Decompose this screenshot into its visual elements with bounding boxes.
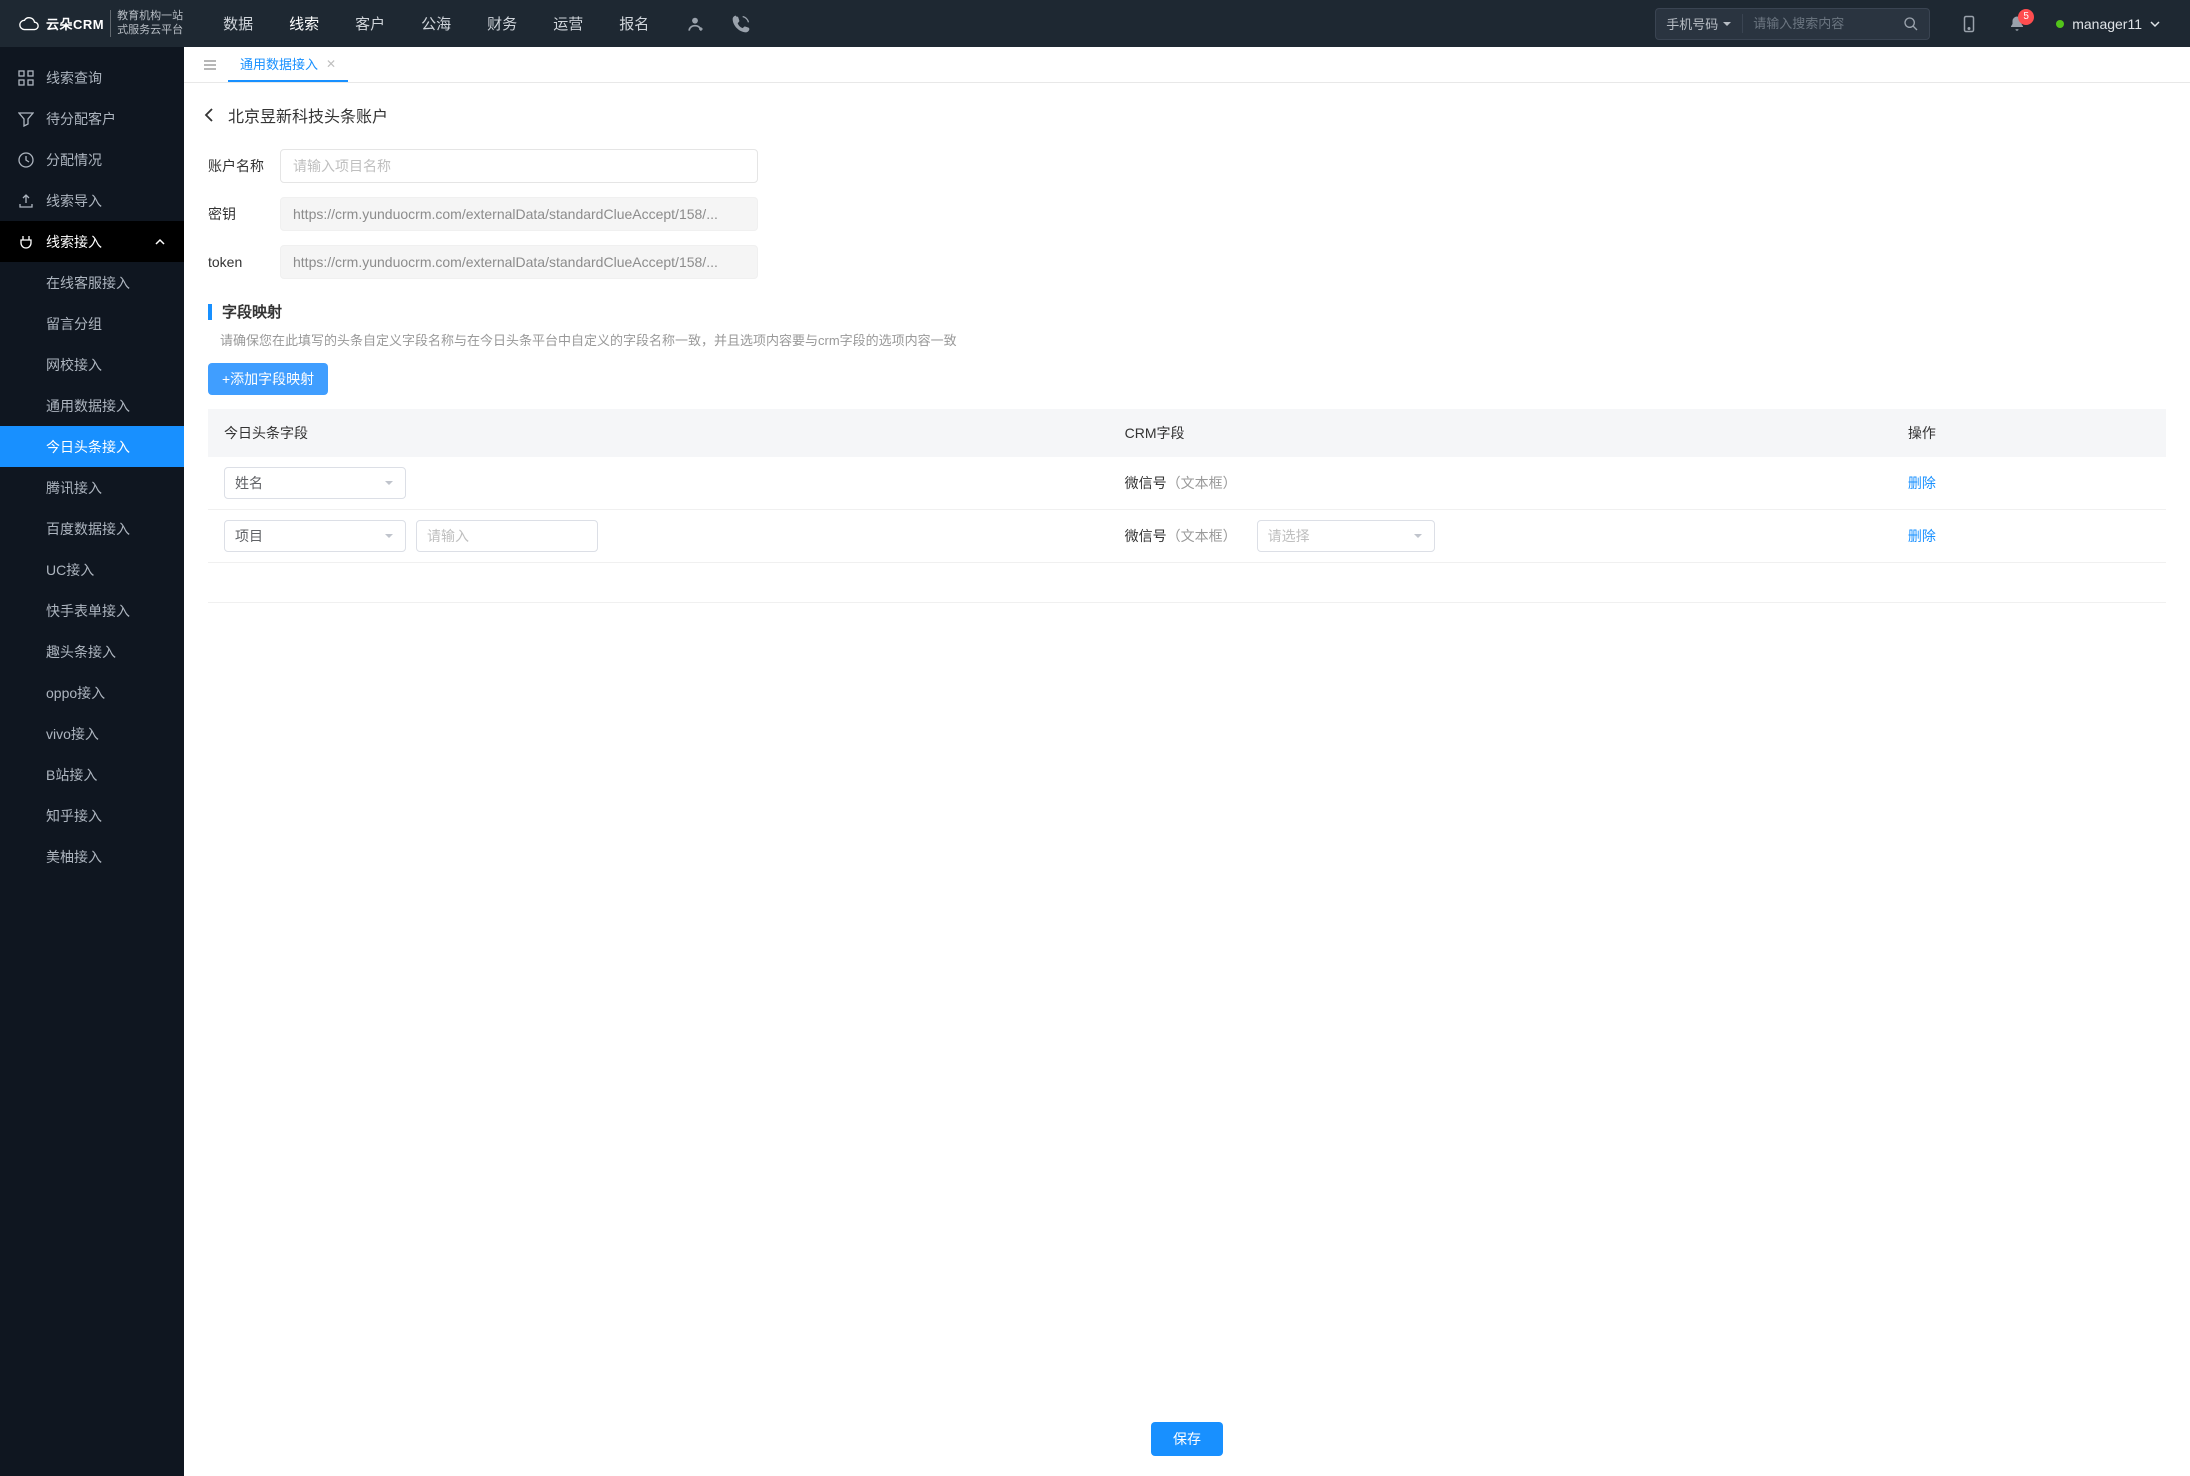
- sidebar-sub-uc[interactable]: UC接入: [0, 549, 184, 590]
- chevron-down-icon: [1412, 530, 1424, 542]
- status-dot-icon: [2056, 20, 2064, 28]
- secret-label: 密钥: [208, 204, 280, 224]
- logo[interactable]: 云朵CRM 教育机构一站 式服务云平台: [10, 10, 183, 36]
- tab-generic-data[interactable]: 通用数据接入 ✕: [228, 47, 348, 82]
- mapping-section-desc: 请确保您在此填写的头条自定义字段名称与在今日头条平台中自定义的字段名称一致，并且…: [208, 330, 2166, 349]
- secret-input[interactable]: [280, 197, 758, 231]
- sidebar-sub-qutoutiao[interactable]: 趣头条接入: [0, 631, 184, 672]
- chevron-left-icon: [202, 107, 218, 123]
- chevron-up-icon: [154, 236, 166, 248]
- tabbar: 通用数据接入 ✕: [184, 47, 2190, 83]
- sidebar-sub-oppo[interactable]: oppo接入: [0, 672, 184, 713]
- page-content: 北京昱新科技头条账户 账户名称 密钥 token 字段映射: [184, 83, 2190, 1408]
- token-input[interactable]: [280, 245, 758, 279]
- top-nav: 云朵CRM 教育机构一站 式服务云平台 数据 线索 客户 公海 财务 运营 报名…: [0, 0, 2190, 47]
- nav-clue[interactable]: 线索: [289, 13, 319, 34]
- logo-cloud-icon: [18, 13, 40, 35]
- main-panel: 通用数据接入 ✕ 北京昱新科技头条账户 账户名称 密钥: [184, 47, 2190, 1476]
- sidebar-sub-generic-data[interactable]: 通用数据接入: [0, 385, 184, 426]
- nav-customer[interactable]: 客户: [355, 13, 385, 34]
- chevron-down-icon: [1722, 19, 1732, 29]
- table-row: 项目 微信号（文本框） 请选择: [208, 510, 2166, 563]
- col-action: 操作: [1892, 409, 2166, 457]
- logo-tagline: 教育机构一站 式服务云平台: [110, 10, 183, 36]
- nav-ops[interactable]: 运营: [553, 13, 583, 34]
- delete-button[interactable]: 删除: [1908, 528, 1936, 544]
- mapping-table: 今日头条字段 CRM字段 操作 姓名: [208, 409, 2166, 603]
- add-mapping-button[interactable]: +添加字段映射: [208, 363, 328, 395]
- account-name-input[interactable]: [280, 149, 758, 183]
- toutiao-field-select[interactable]: 项目: [224, 520, 406, 552]
- sidebar-item-clue-import[interactable]: 线索导入: [0, 180, 184, 221]
- page-title: 北京昱新科技头条账户: [228, 103, 388, 127]
- user-menu[interactable]: manager11: [2056, 16, 2160, 32]
- person-icon[interactable]: [685, 14, 705, 34]
- sidebar-sub-zhihu[interactable]: 知乎接入: [0, 795, 184, 836]
- sidebar-sub-vivo[interactable]: vivo接入: [0, 713, 184, 754]
- sidebar-sub-kuaishou[interactable]: 快手表单接入: [0, 590, 184, 631]
- topnav-right: 5 manager11: [1960, 15, 2170, 33]
- topnav-menu: 数据 线索 客户 公海 财务 运营 报名: [223, 13, 649, 34]
- account-name-label: 账户名称: [208, 156, 280, 176]
- search-input[interactable]: [1743, 16, 1893, 31]
- sidebar: 线索查询 待分配客户 分配情况 线索导入 线索接入 在线客服接入 留言分组 网校…: [0, 47, 184, 1476]
- collapse-sidebar-button[interactable]: [192, 57, 228, 73]
- col-crm-field: CRM字段: [1109, 409, 1892, 457]
- table-row: 姓名 微信号（文本框） 删除: [208, 457, 2166, 510]
- search-type-select[interactable]: 手机号码: [1656, 14, 1743, 33]
- crm-field-hint: （文本框）: [1167, 475, 1237, 491]
- username-label: manager11: [2072, 16, 2142, 32]
- nav-signup[interactable]: 报名: [619, 13, 649, 34]
- save-button[interactable]: 保存: [1151, 1422, 1223, 1456]
- sidebar-sub-baidu[interactable]: 百度数据接入: [0, 508, 184, 549]
- sidebar-item-pending-customer[interactable]: 待分配客户: [0, 98, 184, 139]
- phone-icon[interactable]: [1960, 15, 1978, 33]
- search-icon: [1903, 16, 1919, 32]
- footer: 保存: [184, 1408, 2190, 1476]
- call-icon[interactable]: [731, 14, 751, 34]
- sidebar-sub-meiyou[interactable]: 美柚接入: [0, 836, 184, 877]
- sidebar-sub-toutiao[interactable]: 今日头条接入: [0, 426, 184, 467]
- sidebar-sub-message-group[interactable]: 留言分组: [0, 303, 184, 344]
- chevron-down-icon: [2150, 19, 2160, 29]
- topnav-quick-icons: [685, 14, 751, 34]
- chevron-down-icon: [383, 477, 395, 489]
- sidebar-sub-online-service[interactable]: 在线客服接入: [0, 262, 184, 303]
- filter-icon: [18, 111, 34, 127]
- grid-icon: [18, 70, 34, 86]
- delete-button[interactable]: 删除: [1908, 475, 1936, 491]
- section-bar-icon: [208, 304, 212, 320]
- logo-name-text: 云朵CRM: [46, 14, 104, 33]
- nav-data[interactable]: 数据: [223, 13, 253, 34]
- token-label: token: [208, 254, 280, 270]
- sidebar-item-clue-query[interactable]: 线索查询: [0, 57, 184, 98]
- col-toutiao-field: 今日头条字段: [208, 409, 1109, 457]
- nav-pool[interactable]: 公海: [421, 13, 451, 34]
- notif-badge: 5: [2018, 9, 2034, 25]
- nav-finance[interactable]: 财务: [487, 13, 517, 34]
- sidebar-item-clue-access[interactable]: 线索接入: [0, 221, 184, 262]
- global-search: 手机号码: [1655, 8, 1930, 40]
- crm-field-value: 微信号: [1125, 475, 1167, 491]
- sidebar-sub-bilibili[interactable]: B站接入: [0, 754, 184, 795]
- chevron-down-icon: [383, 530, 395, 542]
- clock-icon: [18, 152, 34, 168]
- sidebar-item-allocation[interactable]: 分配情况: [0, 139, 184, 180]
- back-button[interactable]: [202, 107, 218, 123]
- toutiao-field-select[interactable]: 姓名: [224, 467, 406, 499]
- mapping-section-title: 字段映射: [222, 301, 282, 322]
- search-button[interactable]: [1893, 16, 1929, 32]
- bell-icon[interactable]: 5: [2008, 15, 2026, 33]
- hamburger-icon: [202, 57, 218, 73]
- crm-field-select[interactable]: 请选择: [1257, 520, 1435, 552]
- sidebar-sub-tencent[interactable]: 腾讯接入: [0, 467, 184, 508]
- crm-field-hint: （文本框）: [1167, 528, 1237, 544]
- toutiao-extra-input[interactable]: [416, 520, 598, 552]
- plug-icon: [18, 234, 34, 250]
- sidebar-sub-school[interactable]: 网校接入: [0, 344, 184, 385]
- close-icon[interactable]: ✕: [326, 57, 336, 71]
- crm-field-value: 微信号: [1125, 528, 1167, 544]
- upload-icon: [18, 193, 34, 209]
